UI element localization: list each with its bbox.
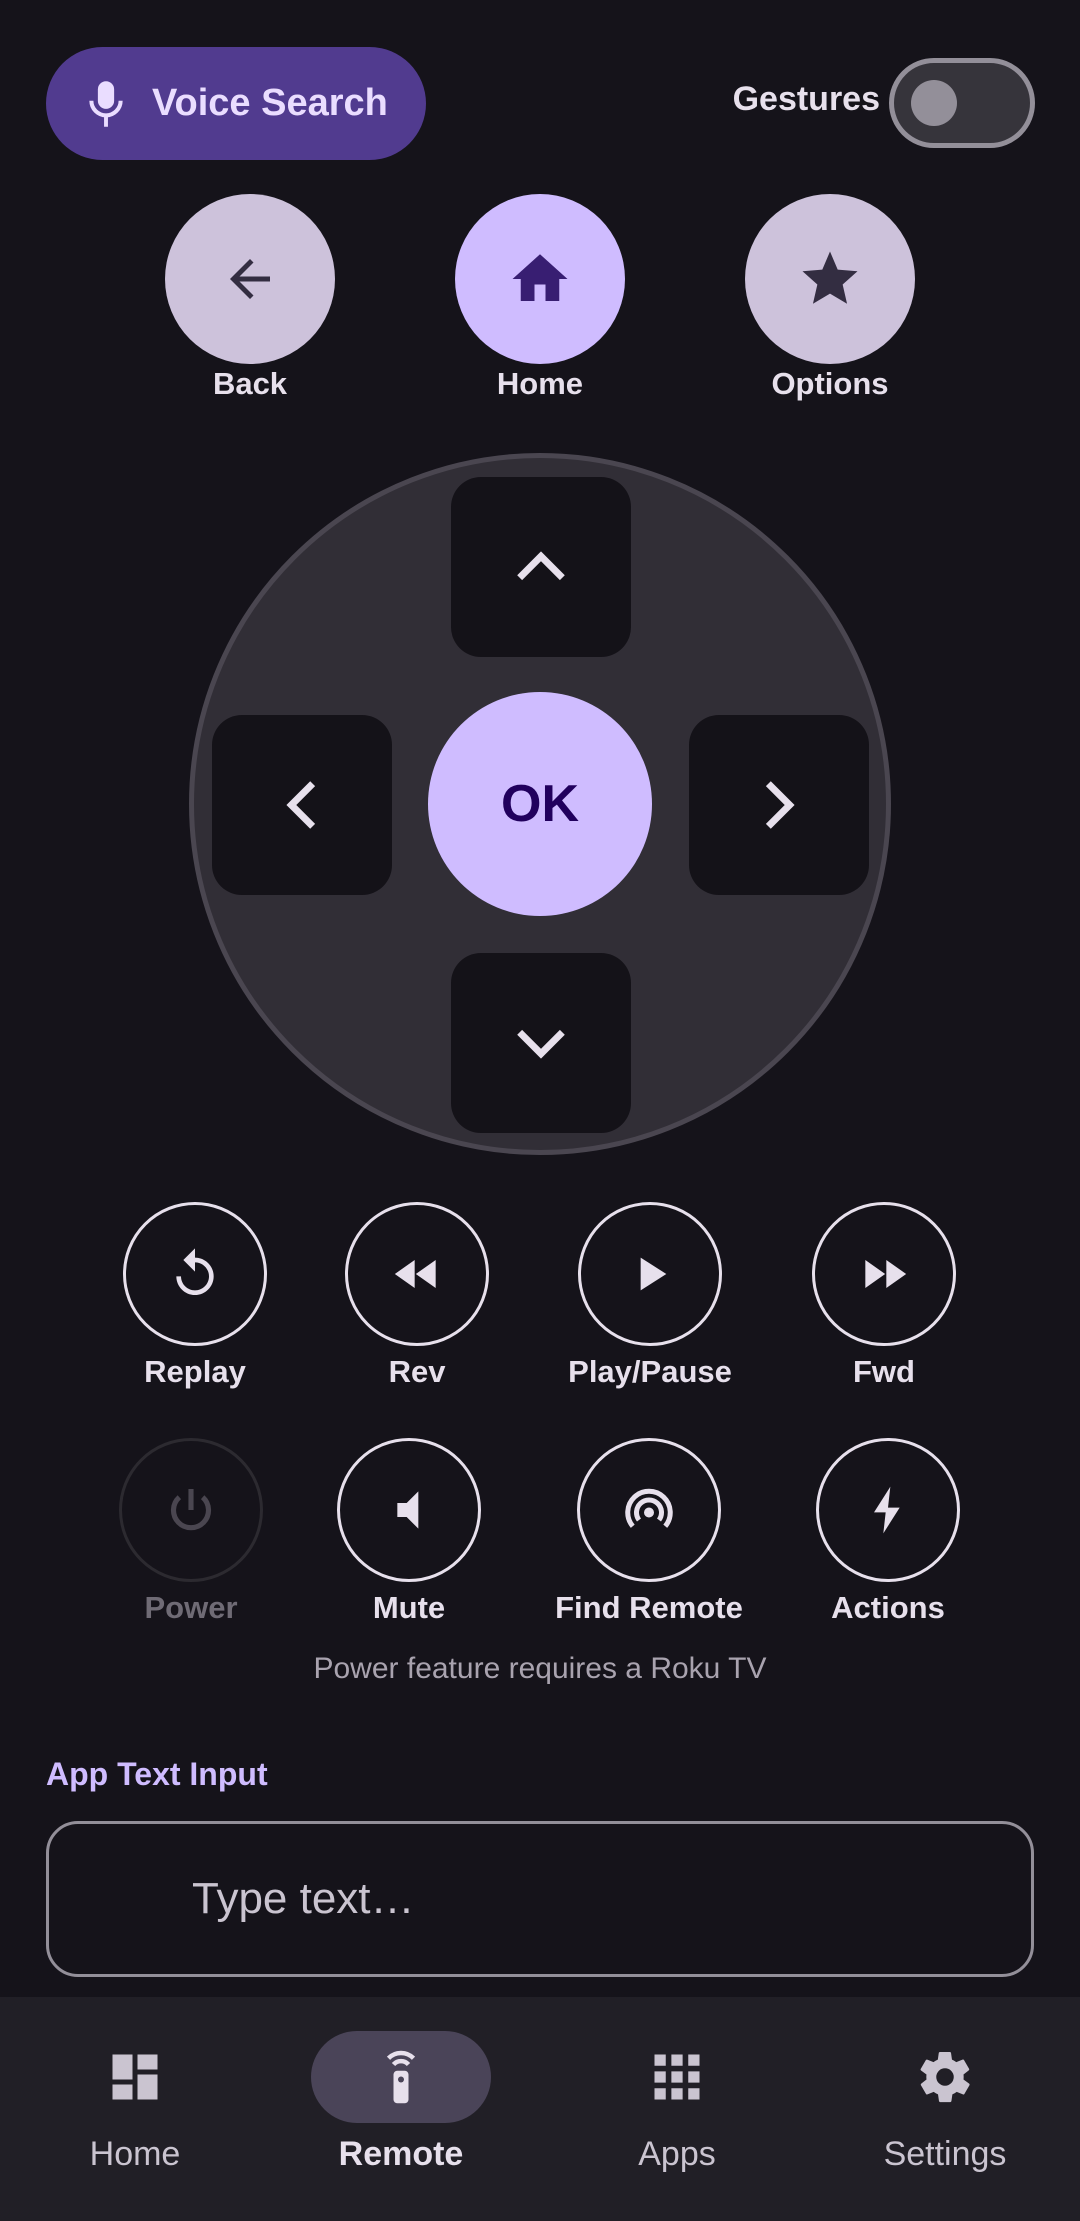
home-button[interactable] xyxy=(455,194,625,364)
play-icon xyxy=(640,1257,667,1291)
play-pause-button[interactable] xyxy=(578,1202,722,1346)
play-pause-label: Play/Pause xyxy=(568,1354,732,1389)
replay-label: Replay xyxy=(144,1354,246,1389)
voice-search-label: Voice Search xyxy=(152,82,388,124)
app-text-input-title: App Text Input xyxy=(46,1756,268,1792)
gear-icon xyxy=(920,2052,970,2103)
volume-mute-icon xyxy=(397,1491,419,1529)
home-label: Home xyxy=(496,366,584,401)
rewind-button[interactable] xyxy=(345,1202,489,1346)
back-button[interactable] xyxy=(165,194,335,364)
microphone-icon xyxy=(89,80,123,127)
actions-button[interactable] xyxy=(816,1438,960,1582)
actions-label: Actions xyxy=(831,1590,945,1625)
find-remote-icon xyxy=(625,1488,673,1528)
mute-label: Mute xyxy=(372,1590,446,1625)
fwd-label: Fwd xyxy=(853,1354,915,1389)
replay-button[interactable] xyxy=(123,1202,267,1346)
nav-label-remote: Remote xyxy=(338,2135,464,2173)
find-remote-button[interactable] xyxy=(577,1438,721,1582)
toggle-knob xyxy=(911,80,957,126)
back-label: Back xyxy=(212,366,288,401)
power-note: Power feature requires a Roku TV xyxy=(313,1652,767,1685)
remote-icon xyxy=(386,2050,416,2104)
app-text-input-field[interactable] xyxy=(46,1821,1034,1977)
options-label: Options xyxy=(771,366,889,401)
dpad-down-button[interactable] xyxy=(451,953,631,1133)
chevron-left-icon xyxy=(286,781,316,829)
nav-label-settings: Settings xyxy=(883,2135,1007,2173)
rewind-icon xyxy=(394,1260,436,1288)
replay-icon xyxy=(176,1248,214,1295)
star-icon xyxy=(802,251,858,304)
nav-label-home: Home xyxy=(89,2135,181,2173)
nav-item-remote[interactable]: Remote xyxy=(266,1997,536,2221)
rev-label: Rev xyxy=(388,1354,446,1389)
power-button[interactable] xyxy=(119,1438,263,1582)
dpad-right-button[interactable] xyxy=(689,715,869,895)
home-icon xyxy=(512,254,568,301)
nav-label-apps: Apps xyxy=(638,2135,716,2173)
apps-grid-icon xyxy=(654,2054,700,2100)
bottom-nav: Home Remote Apps Settings xyxy=(0,1997,1080,2221)
mute-button[interactable] xyxy=(337,1438,481,1582)
arrow-back-icon xyxy=(230,259,270,299)
chevron-up-icon xyxy=(517,551,565,581)
nav-item-apps[interactable]: Apps xyxy=(542,1997,812,2221)
ok-button[interactable]: OK xyxy=(428,692,652,916)
fast-forward-icon xyxy=(865,1260,907,1288)
voice-search-button[interactable]: Voice Search xyxy=(46,47,426,160)
chevron-right-icon xyxy=(765,781,795,829)
chevron-down-icon xyxy=(517,1029,565,1059)
dpad-left-button[interactable] xyxy=(212,715,392,895)
bolt-icon xyxy=(874,1486,900,1534)
power-icon xyxy=(170,1489,212,1531)
gestures-label: Gestures xyxy=(732,80,880,118)
fast-forward-button[interactable] xyxy=(812,1202,956,1346)
dashboard-icon xyxy=(112,2054,158,2100)
nav-item-settings[interactable]: Settings xyxy=(810,1997,1080,2221)
gestures-toggle[interactable] xyxy=(889,58,1035,148)
power-label: Power xyxy=(144,1590,238,1625)
dpad-up-button[interactable] xyxy=(451,477,631,657)
find-remote-label: Find Remote xyxy=(555,1590,743,1625)
nav-item-home[interactable]: Home xyxy=(0,1997,270,2221)
options-button[interactable] xyxy=(745,194,915,364)
